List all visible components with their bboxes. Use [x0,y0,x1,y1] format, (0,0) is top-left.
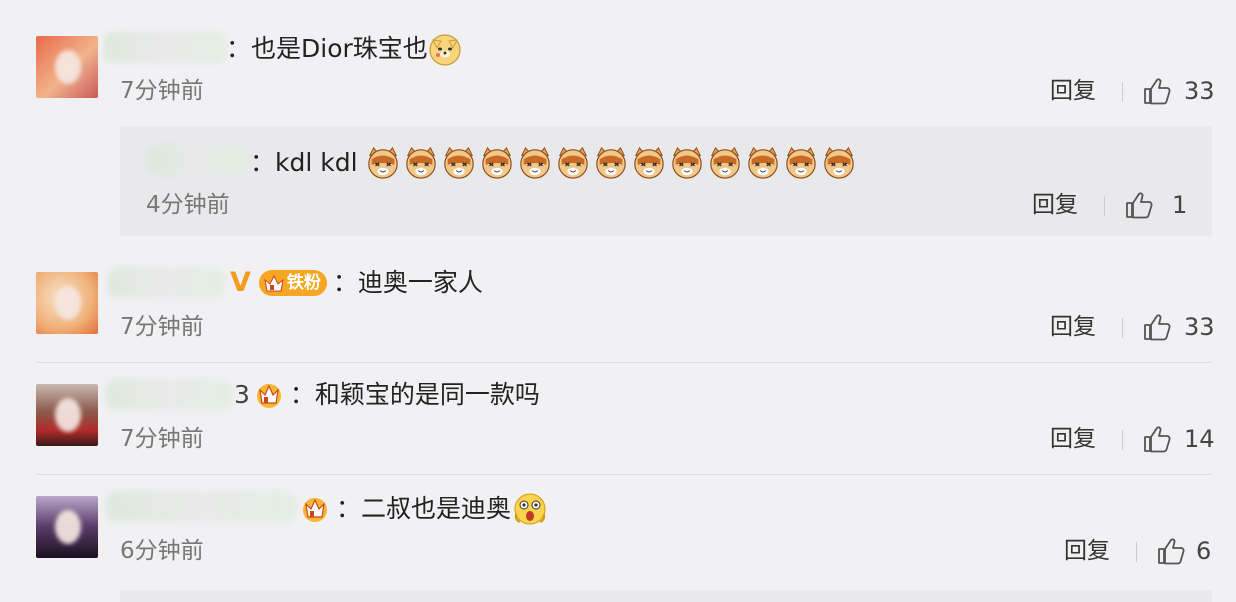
cat-emoji-icon [405,147,436,179]
reply-time: 4分钟前 [146,192,230,218]
comment-time: 7分钟前 [120,426,204,452]
avatar[interactable] [36,36,98,98]
cat-emoji-icon [633,147,664,179]
next-reply-thread [120,590,1212,602]
comment-text: ：也是Dior珠宝也 [226,34,428,63]
username-blurred[interactable] [108,268,224,298]
divider [1136,542,1137,562]
comment-content: 3 ：和颖宝的是同一款吗 [234,380,540,410]
comment-time: 6分钟前 [120,538,204,564]
comment-time: 7分钟前 [120,314,204,340]
fan-badge: 铁粉 [258,270,327,296]
reply-button[interactable]: 回复 [1050,424,1096,454]
cat-emoji-icon [367,147,398,179]
cat-emoji-icon [709,147,740,179]
comment-divider [36,474,1212,475]
comment-content: ：二叔也是迪奥 [300,492,551,526]
crown-badge-icon [264,274,284,292]
cat-emoji-icon [823,147,854,179]
verified-v-icon: V [230,267,251,298]
divider [1122,430,1123,450]
avatar-face-blur [55,398,81,432]
comment-divider [36,362,1212,363]
thumbs-up-icon[interactable] [1124,190,1154,220]
cat-emoji-icon [557,147,588,179]
avatar[interactable] [36,272,98,334]
divider [1104,196,1105,216]
username-blurred[interactable] [106,380,232,410]
avatar-face-blur [55,510,81,544]
comment-text: ：二叔也是迪奥 [336,494,512,523]
reply-button[interactable]: 回复 [1064,536,1110,566]
crown-badge-icon [303,498,327,522]
avatar[interactable] [36,384,98,446]
cat-emoji-icon [595,147,626,179]
comment-text: ：迪奥一家人 [332,268,483,297]
doge-emoji-icon [429,34,461,66]
cat-emoji-row [366,146,860,180]
like-count: 14 [1184,425,1215,453]
reply-content: ：kdl kdl [250,146,860,180]
thumbs-up-icon[interactable] [1142,312,1172,342]
reply-button[interactable]: 回复 [1050,76,1096,106]
comment-text: ：和颖宝的是同一款吗 [289,380,540,409]
username-suffix: 3 [234,380,250,409]
crown-badge-icon [256,384,281,408]
cat-emoji-icon [481,147,512,179]
cat-emoji-icon [519,147,550,179]
cat-emoji-icon [671,147,702,179]
divider [1122,318,1123,338]
comment-content: V 铁粉 ：迪奥一家人 [230,268,483,298]
like-count: 33 [1184,313,1215,341]
thumbs-up-icon[interactable] [1142,424,1172,454]
avatar-face-blur [55,50,81,84]
like-count: 1 [1172,191,1188,219]
divider [1122,82,1123,102]
fan-badge-label: 铁粉 [286,273,321,293]
cat-emoji-icon [785,147,816,179]
username-blurred[interactable] [106,492,296,522]
thumbs-up-icon[interactable] [1156,536,1186,566]
thumbs-up-icon[interactable] [1142,76,1172,106]
like-count: 33 [1184,77,1215,105]
avatar[interactable] [36,496,98,558]
reply-text: ：kdl kdl [250,148,358,177]
reply-button[interactable]: 回复 [1050,312,1096,342]
reply-button[interactable]: 回复 [1032,190,1078,220]
like-count: 6 [1196,537,1212,565]
shocked-emoji-icon [514,493,546,525]
comment-time: 7分钟前 [120,78,204,104]
username-blurred[interactable] [146,146,248,174]
avatar-face-blur [55,286,81,320]
comment-content: ：也是Dior珠宝也 [226,32,466,66]
cat-emoji-icon [443,147,474,179]
cat-emoji-icon [747,147,778,179]
username-blurred[interactable] [104,32,226,62]
